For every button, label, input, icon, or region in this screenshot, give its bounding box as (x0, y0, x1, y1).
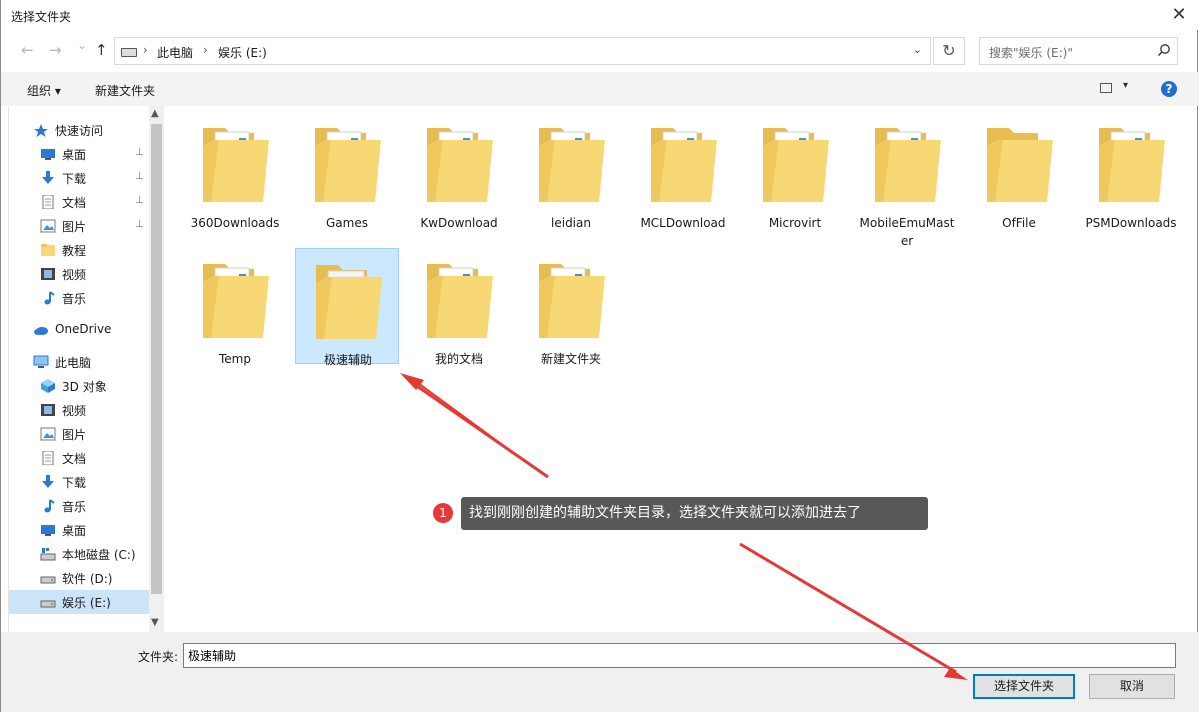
annotation-arrow-to-button-shaft (739, 542, 957, 674)
annotation-callout: 找到刚刚创建的辅助文件夹目录，选择文件夹就可以添加进去了 (461, 497, 928, 530)
annotation-arrows (400, 373, 968, 680)
annotation-arrow-to-folder-shaft (413, 382, 549, 479)
annotation-arrow-to-button (944, 668, 968, 680)
annotation-step-number: 1 (433, 503, 453, 523)
